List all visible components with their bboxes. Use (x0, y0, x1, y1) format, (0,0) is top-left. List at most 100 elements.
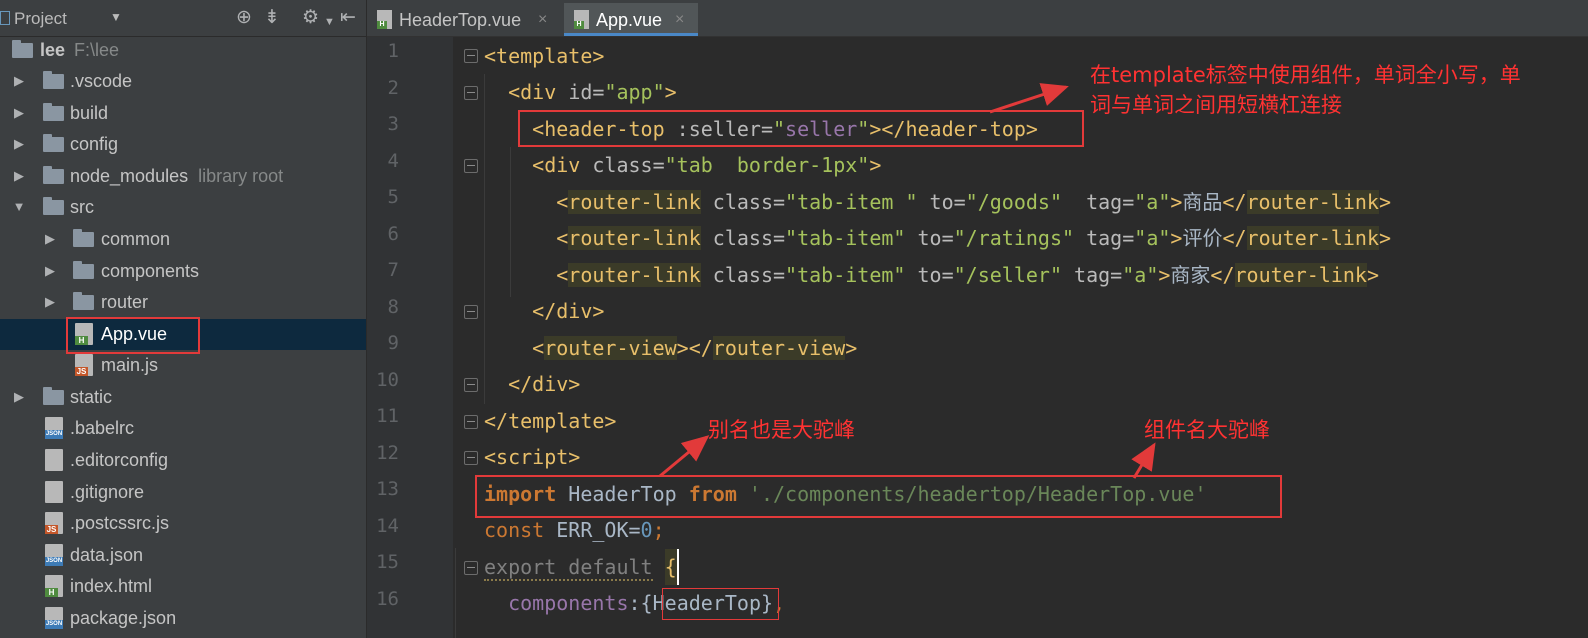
annotation-note-2: 别名也是大驼峰 (708, 418, 855, 442)
line-number: 1 (387, 40, 399, 62)
tree-item-build[interactable]: ▶ build (0, 98, 366, 129)
close-icon[interactable]: × (538, 11, 547, 29)
tab-app-vue[interactable]: H App.vue × (564, 3, 698, 36)
tree-item-label: .postcssrc.js (70, 513, 170, 533)
line-number: 7 (387, 259, 399, 281)
tree-item-babelrc[interactable]: JSON .babelrc (0, 413, 366, 444)
tree-item-data-json[interactable]: JSON data.json (0, 540, 366, 571)
json-file-icon: JSON (45, 607, 63, 629)
text-file-icon (45, 449, 63, 471)
tab-headertop-vue[interactable]: H HeaderTop.vue × (367, 3, 562, 36)
highlight-box-import (475, 475, 1282, 518)
tree-item-label: build (70, 103, 109, 123)
js-file-icon: JS (45, 512, 63, 534)
collapse-all-icon[interactable]: ⇟ (264, 7, 280, 29)
tree-item-src[interactable]: ▼ src (0, 192, 366, 223)
code-line-5[interactable]: <router-link class="tab-item " to="/good… (484, 184, 1391, 220)
expand-arrow-icon[interactable]: ▶ (43, 263, 57, 279)
fold-marker-icon[interactable] (464, 451, 478, 465)
project-panel-title[interactable]: Project (14, 9, 67, 29)
expand-arrow-icon[interactable]: ▶ (12, 389, 26, 405)
tree-root[interactable]: lee F:\lee (0, 35, 366, 66)
locate-icon[interactable]: ⊕ (236, 7, 252, 29)
line-number: 9 (387, 332, 399, 354)
tree-item-vscode[interactable]: ▶ .vscode (0, 66, 366, 97)
tree-item-label: .vscode (70, 71, 133, 91)
fold-marker-icon[interactable] (464, 305, 478, 319)
root-name: lee (40, 40, 66, 60)
tree-item-label: .babelrc (70, 418, 135, 438)
line-number: 5 (387, 186, 399, 208)
tree-item-editorconfig[interactable]: .editorconfig (0, 445, 366, 476)
tree-item-gitignore[interactable]: .gitignore (0, 477, 366, 508)
code-line-7[interactable]: <router-link class="tab-item" to="/selle… (484, 257, 1379, 293)
code-line-11[interactable]: </template> (484, 403, 616, 439)
expand-arrow-icon[interactable]: ▶ (12, 105, 26, 121)
editor-tab-bar: H HeaderTop.vue × H App.vue × (367, 0, 1588, 37)
tree-item-index-html[interactable]: H index.html (0, 571, 366, 602)
ide-window: Project ▼ ⊕ ⇟ ⚙ ▼ ⇤ lee F:\lee ▶ .vscode… (0, 0, 1588, 638)
tree-item-config[interactable]: ▶ config (0, 129, 366, 160)
fold-marker-icon[interactable] (464, 49, 478, 63)
code-line-10[interactable]: </div> (484, 366, 580, 402)
tree-item-postcssrc[interactable]: JS .postcssrc.js (0, 508, 366, 539)
tree-item-label: .gitignore (70, 482, 145, 502)
fold-marker-icon[interactable] (464, 159, 478, 173)
tree-item-label: config (70, 134, 119, 154)
code-line-8[interactable]: </div> (484, 293, 604, 329)
highlight-box-component (662, 588, 779, 620)
line-number-gutter: 1 2 3 4 5 6 7 8 9 10 11 12 13 14 15 16 (367, 37, 453, 638)
project-view-icon (0, 11, 10, 25)
hide-panel-icon[interactable]: ⇤ (340, 7, 356, 29)
folder-icon (73, 292, 94, 310)
line-number: 4 (387, 150, 399, 172)
code-line-12[interactable]: <script> (484, 439, 580, 475)
tree-item-label: router (101, 292, 149, 312)
expand-arrow-icon[interactable]: ▶ (12, 73, 26, 89)
gear-icon[interactable]: ⚙ (302, 7, 319, 29)
fold-marker-icon[interactable] (464, 378, 478, 392)
expand-arrow-icon[interactable]: ▶ (12, 136, 26, 152)
line-number: 15 (376, 551, 399, 573)
expand-arrow-icon[interactable]: ▶ (12, 168, 26, 184)
tree-item-label: src (70, 197, 94, 217)
tree-item-label: common (101, 229, 171, 249)
expand-arrow-icon[interactable]: ▶ (43, 294, 57, 310)
line-number: 13 (376, 478, 399, 500)
tree-item-components[interactable]: ▶ components (0, 256, 366, 287)
folder-icon (43, 103, 64, 121)
folder-icon (73, 261, 94, 279)
tree-item-static[interactable]: ▶ static (0, 382, 366, 413)
line-number: 8 (387, 296, 399, 318)
chevron-down-icon[interactable]: ▼ (324, 11, 335, 33)
fold-marker-icon[interactable] (464, 86, 478, 100)
close-icon[interactable]: × (675, 11, 684, 29)
tree-item-label: data.json (70, 545, 144, 565)
folder-icon (73, 229, 94, 247)
code-line-6[interactable]: <router-link class="tab-item" to="/ratin… (484, 220, 1391, 256)
tree-item-main-js[interactable]: JS main.js (0, 350, 366, 381)
project-panel-header: Project ▼ ⊕ ⇟ ⚙ ▼ ⇤ (0, 0, 366, 37)
tree-item-common[interactable]: ▶ common (0, 224, 366, 255)
code-line-4[interactable]: <div class="tab border-1px"> (484, 147, 881, 183)
code-line-2[interactable]: <div id="app"> (484, 74, 677, 110)
folder-icon (43, 134, 64, 152)
tree-item-router[interactable]: ▶ router (0, 287, 366, 318)
code-line-9[interactable]: <router-view></router-view> (484, 330, 857, 366)
code-line-15[interactable]: export default { (484, 549, 679, 585)
code-line-1[interactable]: <template> (484, 38, 604, 74)
fold-marker-icon[interactable] (464, 561, 478, 575)
html-file-icon: H (45, 575, 63, 597)
tree-item-label: node_modules library root (70, 166, 284, 186)
annotation-note-3: 组件名大驼峰 (1144, 418, 1270, 442)
js-file-icon: JS (75, 354, 93, 376)
tree-item-package-json[interactable]: JSON package.json (0, 603, 366, 634)
indent-guide (455, 548, 456, 638)
library-root-note: library root (198, 166, 284, 186)
chevron-down-icon[interactable]: ▼ (110, 10, 122, 24)
fold-marker-icon[interactable] (464, 415, 478, 429)
expand-arrow-icon[interactable]: ▶ (43, 231, 57, 247)
collapse-arrow-icon[interactable]: ▼ (12, 199, 26, 214)
tree-item-node-modules[interactable]: ▶ node_modules library root (0, 161, 366, 192)
highlight-box-app-vue (66, 317, 200, 354)
